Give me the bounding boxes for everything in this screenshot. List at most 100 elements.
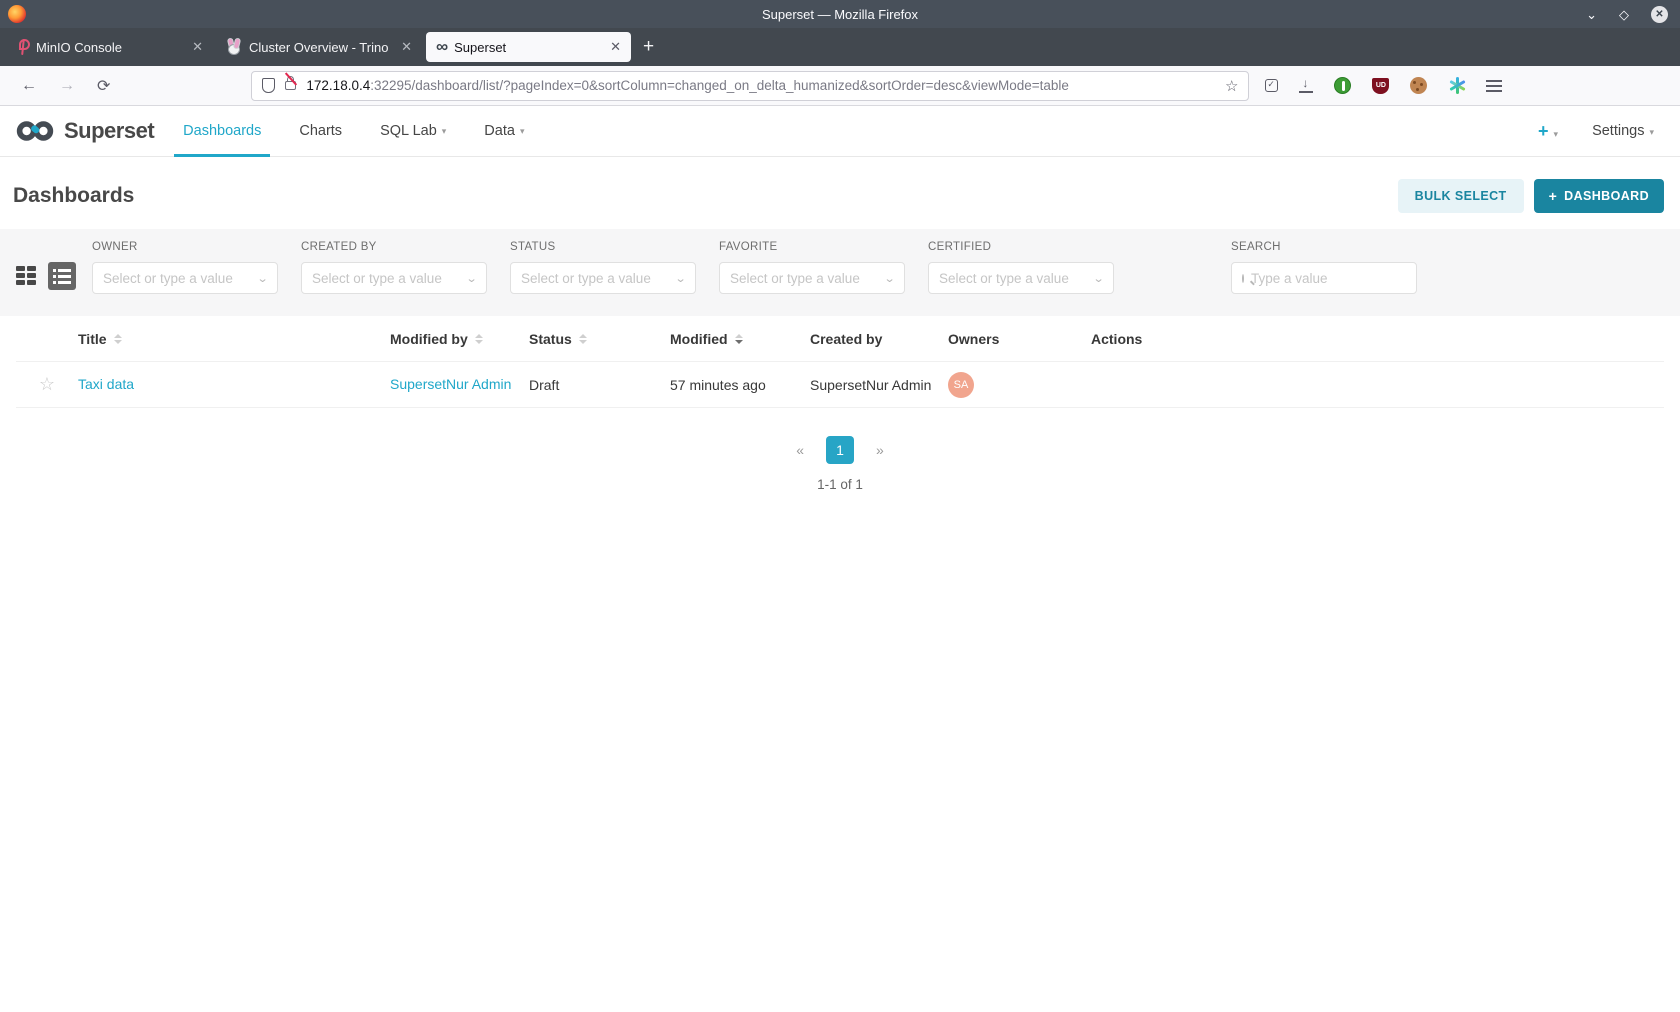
column-label: Owners — [948, 331, 999, 347]
title-cell: Taxi data — [78, 376, 390, 394]
nav-label: Data — [484, 123, 515, 139]
filter-label: STATUS — [510, 241, 696, 253]
tab-superset[interactable]: ∞ Superset ✕ — [426, 32, 631, 62]
chevron-down-icon: ▾ — [1649, 127, 1654, 137]
tab-close-icon[interactable]: ✕ — [190, 39, 205, 55]
search-icon — [1242, 274, 1244, 283]
column-label: Modified — [670, 331, 728, 347]
column-label: Modified by — [390, 331, 468, 347]
modified-cell: 57 minutes ago — [670, 377, 810, 393]
maximize-icon[interactable]: ◇ — [1619, 8, 1629, 21]
column-header-status[interactable]: Status — [529, 331, 670, 347]
created-by-select[interactable]: Select or type a value ⌄ — [301, 262, 487, 294]
colorful-asterisk-extension-icon[interactable] — [1448, 77, 1465, 94]
tab-close-icon[interactable]: ✕ — [399, 39, 414, 55]
column-header-title[interactable]: Title — [78, 331, 390, 347]
window-title: Superset — Mozilla Firefox — [0, 7, 1680, 22]
nav-dashboards[interactable]: Dashboards — [164, 106, 280, 156]
window-controls: ⌄ ◇ ✕ — [1586, 6, 1680, 23]
status-select[interactable]: Select or type a value ⌄ — [510, 262, 696, 294]
settings-menu[interactable]: Settings▾ — [1592, 123, 1654, 139]
dashboard-title-link[interactable]: Taxi data — [78, 376, 134, 392]
filter-label: CREATED BY — [301, 241, 487, 253]
dashboards-table: Title Modified by Status Modified Create… — [0, 316, 1680, 408]
navbar-right: +▾ Settings▾ — [1538, 121, 1680, 142]
next-page-button[interactable]: » — [876, 442, 884, 458]
filter-label: CERTIFIED — [928, 241, 1114, 253]
modified-by-link[interactable]: SupersetNur Admin — [390, 376, 511, 392]
filter-certified: CERTIFIED Select or type a value ⌄ — [928, 241, 1114, 294]
superset-brand[interactable]: Superset — [14, 118, 154, 144]
url-text[interactable]: 172.18.0.4:32295/dashboard/list/?pageInd… — [306, 78, 1217, 93]
chevron-down-icon: ⌄ — [256, 272, 268, 285]
reload-button[interactable]: ⟳ — [86, 76, 121, 96]
back-button[interactable]: ← — [10, 77, 48, 95]
tab-label: Cluster Overview - Trino — [249, 40, 399, 55]
favorite-star-icon[interactable]: ☆ — [39, 374, 55, 395]
page-1-button[interactable]: 1 — [826, 436, 854, 464]
filter-status: STATUS Select or type a value ⌄ — [510, 241, 696, 294]
card-view-icon[interactable] — [16, 266, 38, 286]
sort-icons-desc-active — [735, 334, 743, 344]
firefox-titlebar: Superset — Mozilla Firefox ⌄ ◇ ✕ — [0, 0, 1680, 28]
certified-select[interactable]: Select or type a value ⌄ — [928, 262, 1114, 294]
downloads-icon[interactable] — [1299, 79, 1313, 93]
favorite-cell: ☆ — [16, 374, 78, 395]
add-dashboard-button[interactable]: + DASHBOARD — [1534, 179, 1664, 213]
url-bar[interactable]: 172.18.0.4:32295/dashboard/list/?pageInd… — [251, 71, 1249, 101]
forward-button[interactable]: → — [48, 77, 86, 95]
search-box[interactable] — [1231, 262, 1417, 294]
trino-bunny-icon — [227, 39, 241, 55]
nav-data[interactable]: Data ▾ — [465, 106, 543, 156]
superset-infinity-icon: ∞ — [436, 37, 446, 57]
pocket-save-icon[interactable] — [1265, 79, 1278, 92]
ublock-shield-icon[interactable]: UD — [1372, 78, 1389, 94]
chevron-down-icon: ▾ — [442, 126, 447, 137]
filter-bar: OWNER Select or type a value ⌄ CREATED B… — [0, 229, 1680, 316]
cookie-extension-icon[interactable] — [1410, 77, 1427, 94]
select-placeholder: Select or type a value — [312, 271, 467, 286]
filter-favorite: FAVORITE Select or type a value ⌄ — [719, 241, 905, 294]
sort-icons — [475, 334, 483, 344]
owner-select[interactable]: Select or type a value ⌄ — [92, 262, 278, 294]
minimize-icon[interactable]: ⌄ — [1586, 8, 1597, 21]
search-input[interactable] — [1251, 271, 1428, 286]
owner-avatar[interactable]: SA — [948, 372, 974, 398]
tab-label: MinIO Console — [36, 40, 190, 55]
privacy-badger-icon[interactable] — [1334, 77, 1351, 94]
new-item-menu[interactable]: +▾ — [1538, 121, 1558, 142]
favorite-select[interactable]: Select or type a value ⌄ — [719, 262, 905, 294]
select-placeholder: Select or type a value — [103, 271, 258, 286]
list-view-icon[interactable] — [48, 262, 76, 290]
insecure-lock-icon[interactable] — [285, 81, 296, 90]
tab-minio-console[interactable]: MinIO Console ✕ — [8, 32, 213, 62]
tracking-shield-icon[interactable] — [262, 78, 275, 93]
previous-page-button[interactable]: « — [796, 442, 804, 458]
nav-charts[interactable]: Charts — [280, 106, 361, 156]
brand-name: Superset — [64, 118, 154, 144]
nav-sql-lab[interactable]: SQL Lab ▾ — [361, 106, 465, 156]
url-path: :32295/dashboard/list/?pageIndex=0&sortC… — [370, 78, 1069, 93]
table-header-row: Title Modified by Status Modified Create… — [16, 316, 1664, 362]
browser-toolbar: ← → ⟳ 172.18.0.4:32295/dashboard/list/?p… — [0, 66, 1680, 106]
bulk-select-button[interactable]: BULK SELECT — [1398, 179, 1524, 213]
plus-icon: + — [1549, 188, 1558, 204]
table-row: ☆ Taxi data SupersetNur Admin Draft 57 m… — [16, 362, 1664, 408]
filter-label: OWNER — [92, 241, 278, 253]
new-tab-button[interactable]: + — [643, 36, 654, 58]
menu-hamburger-icon[interactable] — [1486, 80, 1502, 92]
chevron-down-icon: ⌄ — [883, 272, 895, 285]
tab-close-icon[interactable]: ✕ — [608, 39, 623, 55]
sort-icons — [114, 334, 122, 344]
tab-trino[interactable]: Cluster Overview - Trino ✕ — [217, 32, 422, 62]
column-header-modified-by[interactable]: Modified by — [390, 331, 529, 347]
page-title: Dashboards — [13, 184, 134, 208]
bookmark-star-icon[interactable]: ☆ — [1225, 77, 1238, 95]
view-mode-toggles — [16, 262, 76, 294]
close-window-icon[interactable]: ✕ — [1651, 6, 1668, 23]
chevron-down-icon: ▾ — [520, 126, 525, 137]
column-label: Status — [529, 331, 572, 347]
created-by-cell: SupersetNur Admin — [810, 377, 948, 393]
column-header-owners: Owners — [948, 331, 1091, 347]
column-header-modified[interactable]: Modified — [670, 331, 810, 347]
